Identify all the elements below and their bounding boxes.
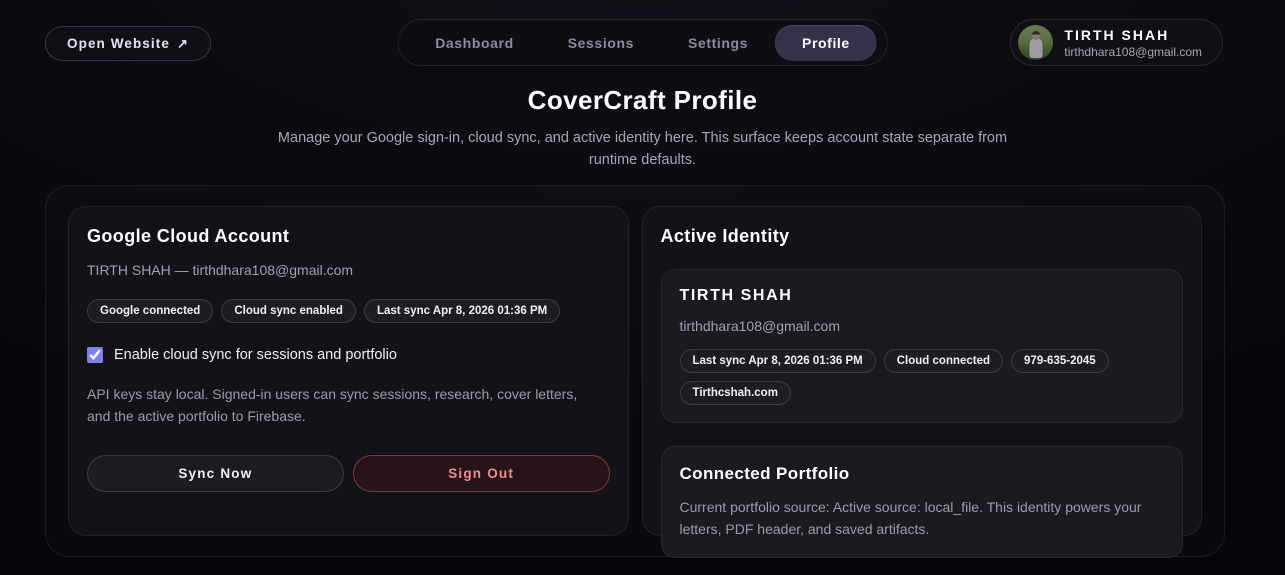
cloud-sync-checkbox-label: Enable cloud sync for sessions and portf… — [114, 347, 397, 363]
user-account-chip[interactable]: TIRTH SHAH tirthdhara108@gmail.com — [1010, 19, 1223, 66]
status-badge: Cloud connected — [883, 349, 1004, 373]
status-badge: Tirthcshah.com — [679, 381, 791, 405]
status-badge: Google connected — [87, 299, 214, 323]
identity-profile-card: TIRTH SHAH tirthdhara108@gmail.com Last … — [660, 269, 1183, 423]
tab-profile[interactable]: Profile — [775, 24, 877, 61]
open-website-label: Open Website — [67, 36, 170, 51]
user-name: TIRTH SHAH — [1064, 26, 1170, 43]
open-website-button[interactable]: Open Website ↗ — [45, 26, 211, 61]
identity-badge-row: Last sync Apr 8, 2026 01:36 PM Cloud con… — [679, 349, 1165, 405]
tab-dashboard[interactable]: Dashboard — [408, 25, 541, 61]
cloud-sync-checkbox[interactable] — [87, 347, 103, 363]
user-meta: TIRTH SHAH tirthdhara108@gmail.com — [1064, 27, 1202, 59]
google-account-line: TIRTH SHAH — tirthdhara108@gmail.com — [87, 262, 354, 278]
google-card-actions: Sync Now Sign Out — [87, 455, 610, 492]
connected-portfolio-card: Connected Portfolio Current portfolio so… — [660, 446, 1183, 558]
top-bar: Open Website ↗ Dashboard Sessions Settin… — [0, 0, 1285, 76]
portfolio-description: Current portfolio source: Active source:… — [679, 499, 1142, 537]
google-cloud-account-card: Google Cloud Account TIRTH SHAH — tirthd… — [68, 206, 629, 536]
status-badge: Cloud sync enabled — [221, 299, 356, 323]
user-avatar — [1018, 25, 1054, 60]
google-badge-row: Google connected Cloud sync enabled Last… — [87, 299, 610, 323]
status-badge: Last sync Apr 8, 2026 01:36 PM — [363, 299, 561, 323]
user-email: tirthdhara108@gmail.com — [1064, 44, 1202, 59]
identity-card-title: Active Identity — [660, 226, 790, 246]
external-link-arrow-icon: ↗ — [176, 35, 189, 51]
google-card-description: API keys stay local. Signed-in users can… — [87, 386, 578, 424]
status-badge: Last sync Apr 8, 2026 01:36 PM — [679, 349, 876, 373]
identity-email: tirthdhara108@gmail.com — [679, 318, 841, 334]
identity-name: TIRTH SHAH — [679, 287, 793, 304]
active-identity-card: Active Identity TIRTH SHAH tirthdhara108… — [641, 206, 1202, 558]
sync-now-button[interactable]: Sync Now — [87, 455, 344, 492]
portfolio-title: Connected Portfolio — [679, 464, 850, 483]
tab-settings[interactable]: Settings — [661, 25, 775, 61]
profile-content-container: Google Cloud Account TIRTH SHAH — tirthd… — [45, 185, 1225, 558]
main-nav: Dashboard Sessions Settings Profile — [397, 19, 888, 66]
cloud-sync-checkbox-row[interactable]: Enable cloud sync for sessions and portf… — [87, 347, 610, 363]
sign-out-button[interactable]: Sign Out — [352, 455, 610, 492]
status-badge: 979-635-2045 — [1011, 349, 1109, 373]
page-title: CoverCraft Profile — [527, 85, 758, 115]
google-card-title: Google Cloud Account — [87, 226, 290, 246]
page-subtitle: Manage your Google sign-in, cloud sync, … — [277, 130, 1008, 168]
tab-sessions[interactable]: Sessions — [541, 25, 661, 61]
